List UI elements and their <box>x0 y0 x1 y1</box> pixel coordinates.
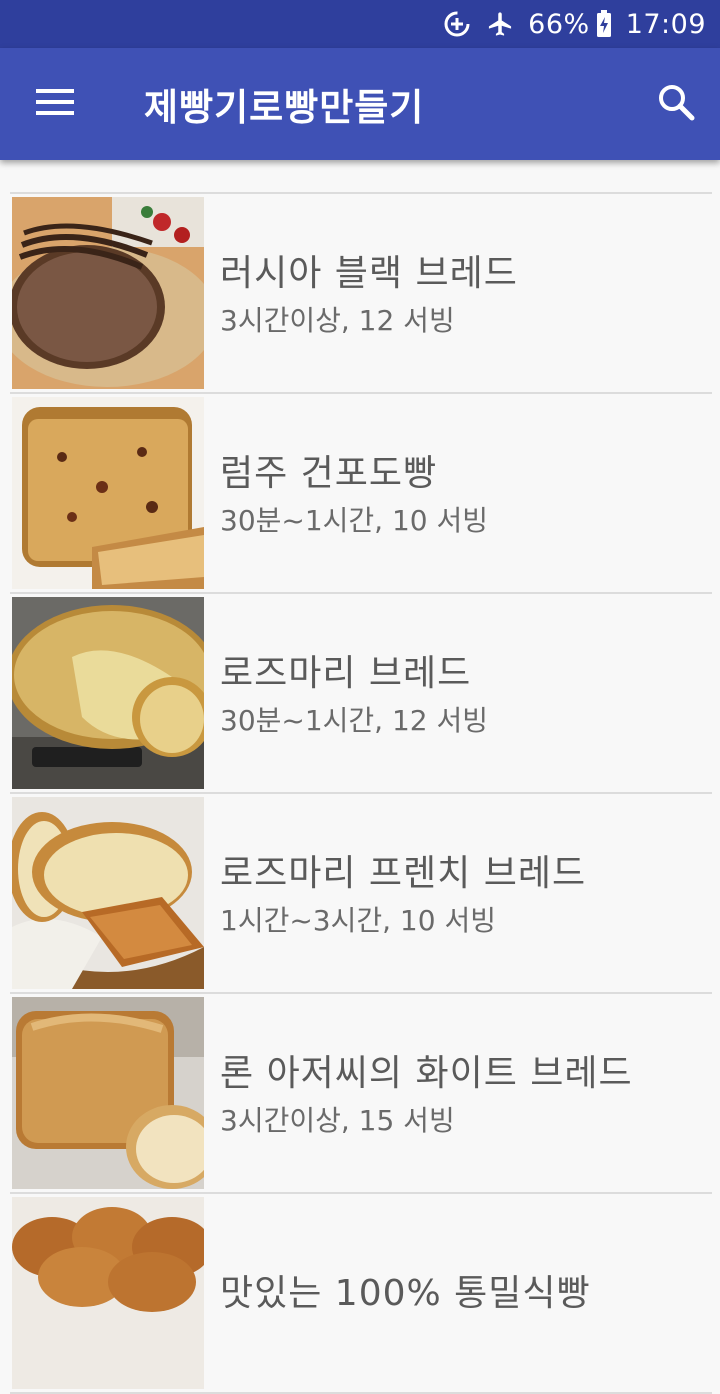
list-item[interactable]: 로즈마리 브레드 30분~1시간, 12 서빙 <box>10 594 712 794</box>
recipe-title: 러시아 블랙 브레드 <box>220 253 518 294</box>
clock: 17:09 <box>625 8 706 40</box>
battery-percent: 66% <box>528 8 590 40</box>
recipe-title: 론 아저씨의 화이트 브레드 <box>220 1053 633 1094</box>
whole-wheat-bread-photo <box>12 1197 204 1389</box>
rum-raisin-bread-photo <box>12 397 204 589</box>
list-item[interactable]: 론 아저씨의 화이트 브레드 3시간이상, 15 서빙 <box>10 994 712 1194</box>
recipe-meta: 30분~1시간, 12 서빙 <box>220 704 489 737</box>
airplane-mode-icon <box>486 10 514 38</box>
recipe-title: 로즈마리 브레드 <box>220 653 472 694</box>
recipe-meta: 1시간~3시간, 10 서빙 <box>220 904 496 937</box>
menu-button[interactable] <box>20 76 92 132</box>
recipe-title: 로즈마리 프렌치 브레드 <box>220 853 587 894</box>
status-bar: 66% 17:09 <box>0 0 720 48</box>
recipe-meta: 3시간이상, 12 서빙 <box>220 304 455 337</box>
data-saver-icon <box>442 9 472 39</box>
search-button[interactable] <box>646 74 706 134</box>
search-icon <box>656 82 696 126</box>
list-item[interactable]: 럼주 건포도빵 30분~1시간, 10 서빙 <box>10 394 712 594</box>
battery-charging-icon <box>596 10 612 38</box>
recipe-title: 맛있는 100% 통밀식빵 <box>220 1273 591 1314</box>
list-item[interactable]: 러시아 블랙 브레드 3시간이상, 12 서빙 <box>10 194 712 394</box>
white-bread-photo <box>12 997 204 1189</box>
page-title: 제빵기로빵만들기 <box>144 86 425 129</box>
list-item[interactable]: 맛있는 100% 통밀식빵 <box>10 1194 712 1394</box>
app-bar: 제빵기로빵만들기 <box>0 48 720 160</box>
rosemary-bread-photo <box>12 597 204 789</box>
recipe-meta: 3시간이상, 15 서빙 <box>220 1104 455 1137</box>
rosemary-french-bread-photo <box>12 797 204 989</box>
recipe-list: 러시아 블랙 브레드 3시간이상, 12 서빙 럼주 건포도빵 30분~1시간,… <box>10 192 712 1394</box>
recipe-title: 럼주 건포도빵 <box>220 453 438 494</box>
russian-black-bread-photo <box>12 197 204 389</box>
hamburger-menu-icon <box>36 87 76 121</box>
recipe-meta: 30분~1시간, 10 서빙 <box>220 504 489 537</box>
list-item[interactable]: 로즈마리 프렌치 브레드 1시간~3시간, 10 서빙 <box>10 794 712 994</box>
